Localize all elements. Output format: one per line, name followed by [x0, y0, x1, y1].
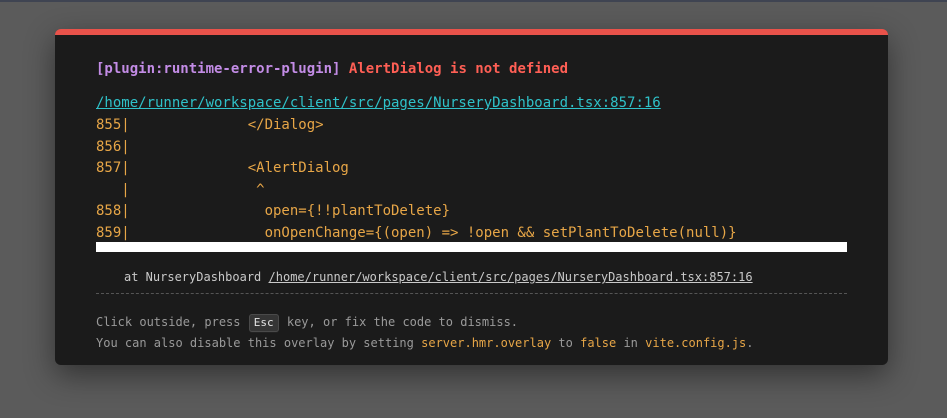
disable-tip: You can also disable this overlay by set…	[96, 335, 754, 351]
code-line: | ^	[96, 181, 265, 198]
tip-text: You can also disable this overlay by set…	[96, 336, 414, 350]
error-text: AlertDialog is not defined	[348, 61, 569, 77]
code-frame: 855| </Dialog> 856| 857| <AlertDialog | …	[96, 115, 737, 244]
code-line: 855| </Dialog>	[96, 117, 324, 133]
code-line: 857| <AlertDialog	[96, 160, 349, 176]
tip-text: Click outside, press	[96, 315, 241, 329]
error-file-link[interactable]: /home/runner/workspace/client/src/pages/…	[96, 95, 661, 111]
esc-key: Esc	[248, 314, 279, 332]
error-message: [plugin:runtime-error-plugin] AlertDialo…	[96, 60, 568, 78]
config-file: vite.config.js	[645, 336, 747, 350]
config-setting: server.hmr.overlay	[421, 336, 552, 350]
stack-prefix: at NurseryDashboard	[124, 270, 262, 284]
code-line: 856|	[96, 138, 130, 155]
code-line: 858| open={!!plantToDelete}	[96, 203, 451, 219]
dismiss-tip: Click outside, press Esc key, or fix the…	[96, 314, 518, 332]
stack-trace: at NurseryDashboard /home/runner/workspa…	[124, 269, 753, 285]
tip-text: .	[746, 336, 754, 350]
code-line: 859| onOpenChange={(open) => !open && se…	[96, 224, 737, 241]
stack-file-link[interactable]: /home/runner/workspace/client/src/pages/…	[269, 270, 753, 284]
config-value: false	[580, 336, 617, 350]
code-frame-scrollbar[interactable]	[96, 242, 847, 252]
divider	[96, 293, 847, 294]
tip-text: to	[558, 336, 573, 350]
tip-text: key, or fix the code to dismiss.	[286, 315, 519, 329]
tip-text: in	[623, 336, 638, 350]
error-overlay[interactable]: [plugin:runtime-error-plugin] AlertDialo…	[55, 29, 888, 365]
top-border	[0, 0, 947, 2]
plugin-tag: [plugin:runtime-error-plugin]	[96, 61, 341, 77]
